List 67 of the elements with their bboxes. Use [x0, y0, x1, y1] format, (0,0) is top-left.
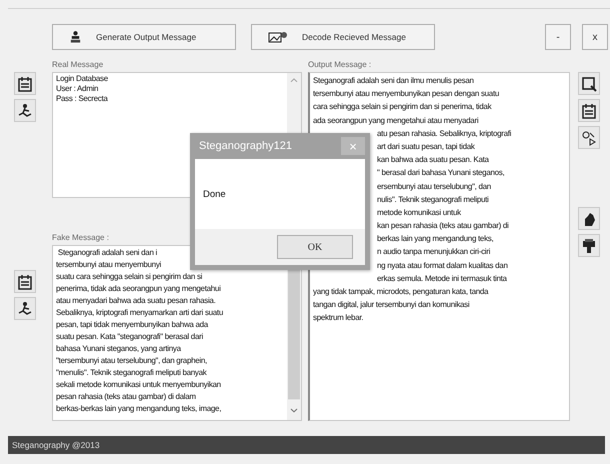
text-line: tersembunyi atau menyembunyikan pesan dengan suatu	[313, 89, 500, 98]
text-line: suatu pesan. Kata "steganografi" berasal dari	[56, 330, 204, 343]
text-line: kan pesan rahasia (teks atau gambar) di	[377, 221, 508, 230]
text-line: atu pesan rahasia. Sebaliknya, kriptografi	[377, 128, 512, 138]
output-message-field[interactable]	[308, 72, 570, 421]
stamp-button[interactable]	[578, 234, 600, 257]
status-text: Steganography @2013	[11, 440, 100, 450]
text-line: metode komunikasi untuk	[377, 208, 461, 217]
document-button[interactable]	[14, 72, 36, 95]
minimize-button[interactable]: -	[545, 24, 571, 50]
document-button[interactable]	[14, 270, 36, 293]
text-line: pesan, tapi tidak menyembunyikan bahwa ada	[56, 318, 210, 331]
text-line: spektrum lebar.	[313, 313, 364, 322]
dialog-message: Done	[203, 188, 226, 200]
window-button[interactable]	[578, 72, 600, 95]
text-line: yang tidak tampak, microdots, pengaturan kata, tanda	[313, 287, 488, 296]
text-line: art dari suatu pesan, tapi tidak	[377, 142, 475, 151]
runner-icon	[17, 102, 33, 118]
text-line: User : Admin	[56, 84, 100, 94]
document-icon	[17, 76, 33, 92]
runner-icon	[17, 300, 33, 316]
shapes-button[interactable]	[578, 126, 600, 149]
text-line: Steganografi adalah seni dan i	[56, 246, 158, 259]
text-line: nulis". Teknik steganografi meliputi	[377, 194, 489, 204]
text-line: Login Database	[56, 74, 109, 84]
text-line: Sebaliknya, kriptografi menyamarkan arti dari suatu	[56, 306, 224, 319]
document-button[interactable]	[578, 99, 600, 122]
text-line: penerima, tidak ada seorangpun yang mengetahui	[56, 282, 222, 295]
text-line: " berasal dari bahasa Yunani steganos,	[377, 168, 504, 178]
text-line: cara sehingga selain si pengirim dan si penerima, tidak	[313, 102, 492, 112]
text-line: bahasa Yunani steganos, yang artinya	[56, 342, 182, 355]
text-line: sekali metode komunikasi untuk menyembunyikan	[56, 378, 222, 391]
text-line: ada seorangpun yang mengetahui atau menyadari	[313, 116, 478, 125]
toolbar-button[interactable]: Decode Recieved Message	[251, 24, 435, 50]
text-line: berkas lain yang mengandung teks,	[377, 234, 494, 244]
real-message-label: Real Message	[52, 59, 104, 71]
text-line: kan bahwa ada suatu pesan. Kata	[377, 155, 489, 164]
text-line: ng nyata atau format dalam kualitas dan	[377, 260, 508, 270]
text-line: suatu cara sehingga selain si pengirim dan si	[56, 270, 204, 283]
text-line: tangan digital, jalur tersembunyi dan komunikasi	[313, 300, 470, 310]
ok-button[interactable]: OK	[277, 235, 353, 259]
fake-message-label: Fake Message :	[52, 232, 110, 244]
shapes-icon	[581, 130, 597, 146]
text-line: Steganografi adalah seni dan ilmu menulis pesan	[313, 76, 474, 85]
text-line: ersembunyi atau terselubung", dan	[377, 182, 491, 190]
document-icon	[17, 274, 33, 290]
runner-button[interactable]	[14, 99, 36, 122]
window-icon	[581, 76, 597, 92]
output-message-label: Output Message :	[308, 59, 372, 71]
text-line: "tersembunyi atau terselubung", dan graphein,	[56, 354, 208, 367]
text-line: Pass : Secrecta	[56, 94, 109, 104]
runner-button[interactable]	[14, 297, 36, 320]
text-line: n audio tanpa menunjukkan ciri-ciri	[377, 247, 490, 256]
stamp-icon	[581, 238, 597, 254]
picture-icon	[268, 30, 288, 44]
text-line: atau menyadari bahwa ada suatu pesan rahasia.	[56, 294, 217, 307]
text-line: pesan rahasia (teks atau gambar) di dalam	[56, 390, 197, 403]
text-line: berkas-berkas lain yang mengandung teks, image,	[56, 402, 222, 415]
person-icon	[69, 30, 82, 44]
text-line: tersembunyi atau menyembunyi	[56, 258, 162, 271]
text-line: erkas semula. Metode ini termasuk tinta	[377, 274, 507, 283]
document-icon	[581, 102, 597, 118]
close-button[interactable]: x	[582, 24, 608, 50]
text-line: "menulis". Teknik steganografi meliputi banyak	[56, 366, 208, 379]
dialog-title: Steganography121	[198, 140, 292, 152]
toolbar-button[interactable]: Generate Output Message	[52, 24, 236, 50]
fake-message-field[interactable]	[52, 244, 302, 421]
